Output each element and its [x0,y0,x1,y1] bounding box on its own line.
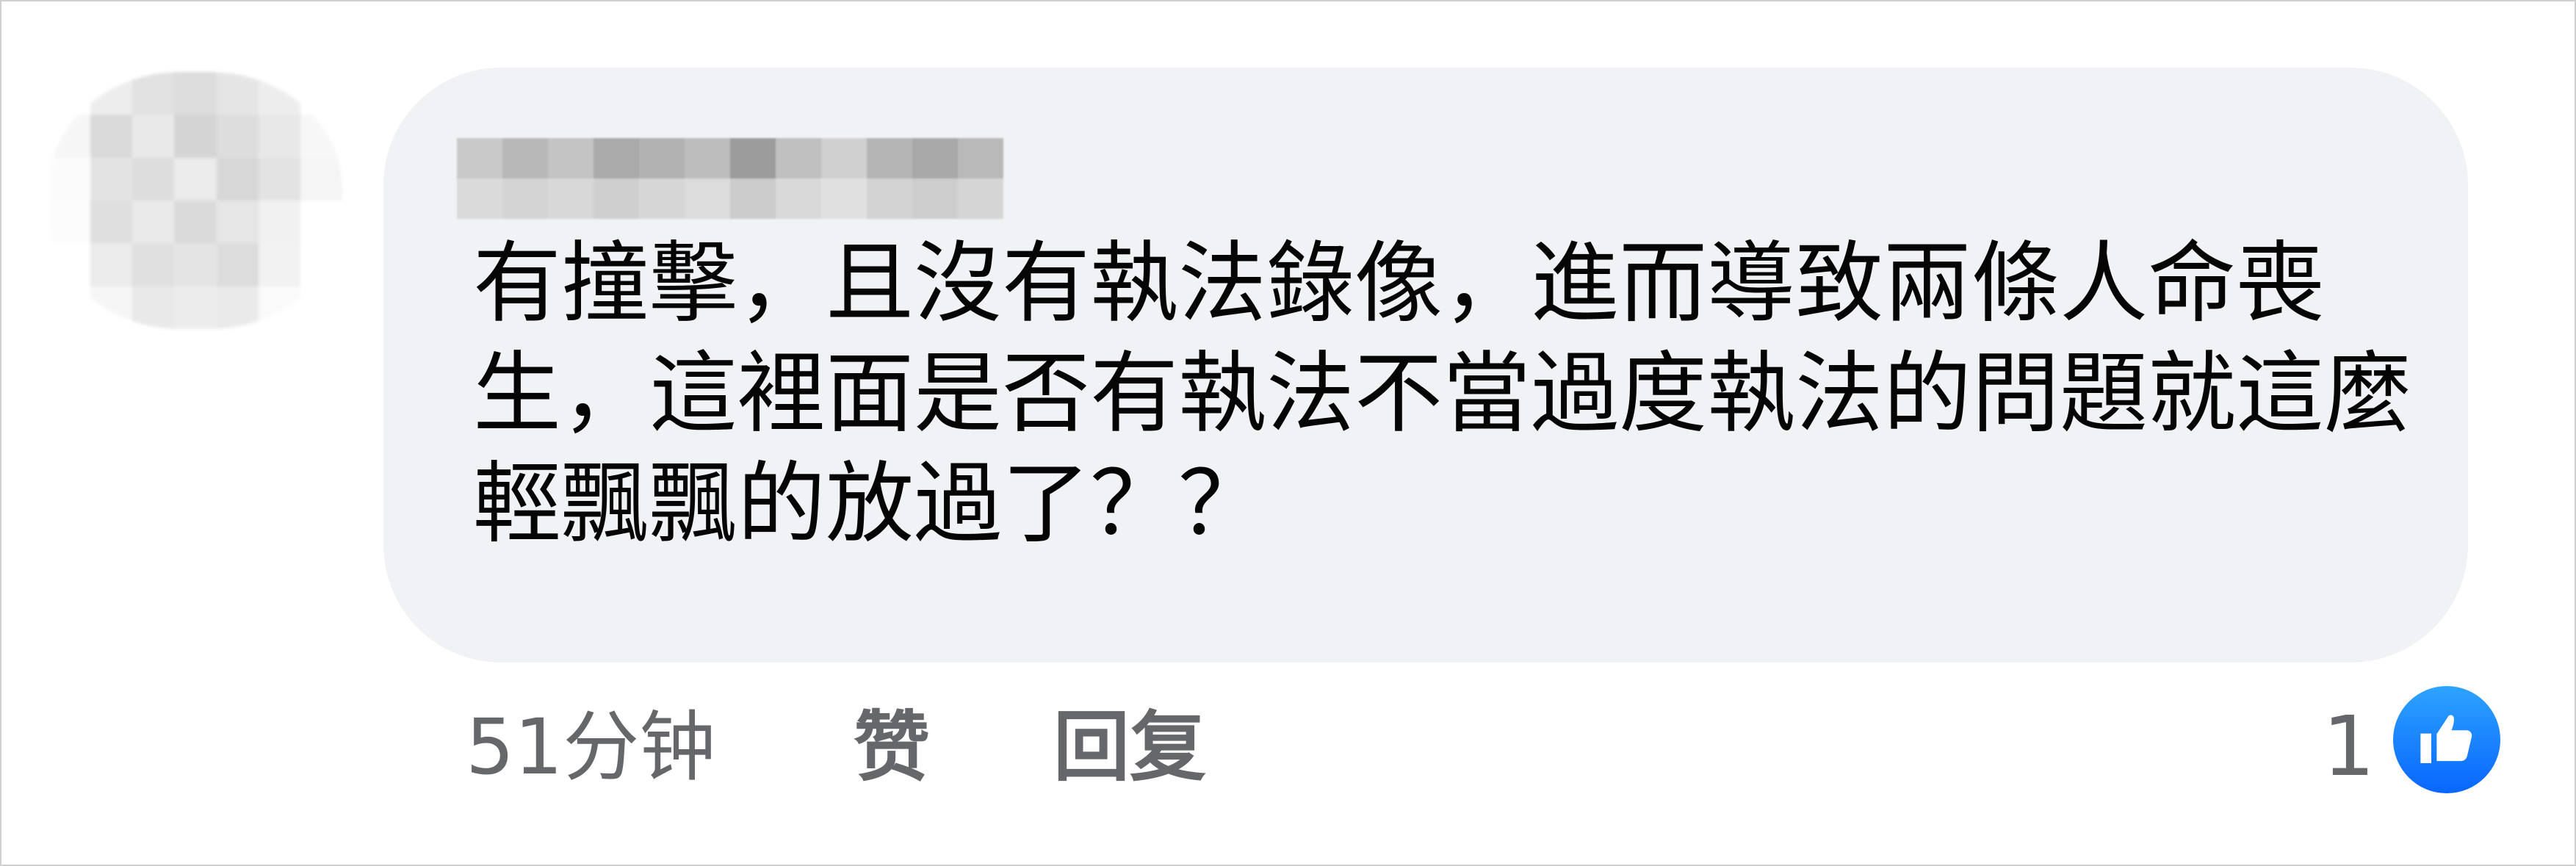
author-name-redacted[interactable] [457,138,1003,219]
comment-timestamp[interactable]: 51分钟 [466,699,715,795]
comment-text: 有撞擊，且沒有執法錄像，進而導致兩條人命喪生，這裡面是否有執法不當過度執法的問題… [473,233,2412,555]
comment-card: 有撞擊，且沒有執法錄像，進而導致兩條人命喪生，這裡面是否有執法不當過度執法的問題… [0,0,2576,866]
like-button[interactable]: 赞 [854,699,930,795]
like-icon[interactable] [2393,686,2500,793]
reply-button[interactable]: 回复 [1053,699,1206,795]
comment-bubble: 有撞擊，且沒有執法錄像，進而導致兩條人命喪生，這裡面是否有執法不當過度執法的問題… [383,68,2468,663]
reaction-count[interactable]: 1 [2323,699,2375,795]
avatar[interactable] [48,72,342,329]
thumbs-up-glyph [2420,715,2472,763]
